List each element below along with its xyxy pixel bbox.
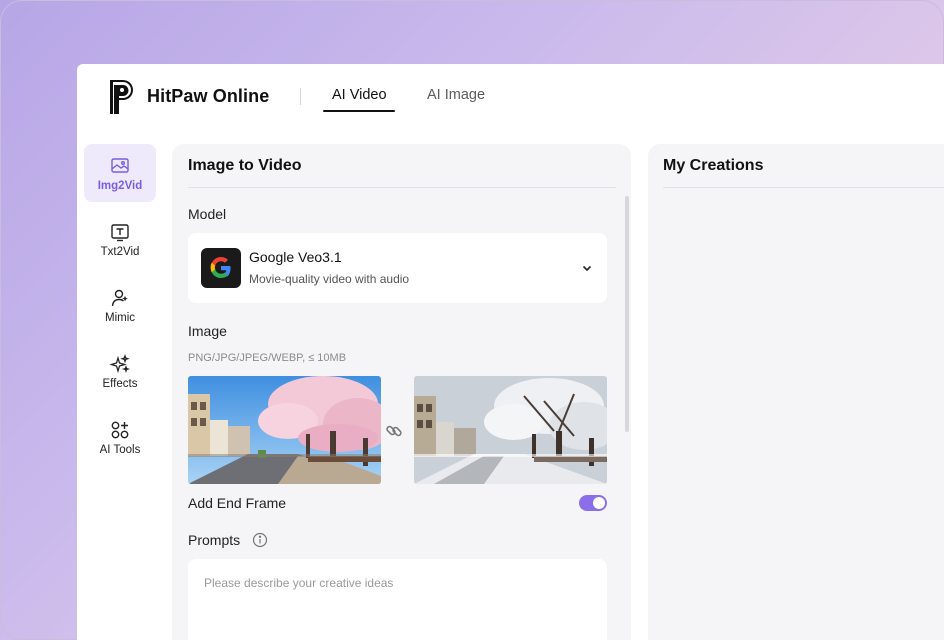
- sparkle-icon: [109, 353, 131, 373]
- chevron-down-icon[interactable]: [580, 261, 594, 275]
- panel-title: Image to Video: [188, 157, 302, 174]
- model-description: Movie-quality video with audio: [249, 272, 410, 286]
- add-end-frame-toggle[interactable]: [579, 495, 607, 511]
- sidebar-item-txt2vid[interactable]: Txt2Vid: [84, 210, 156, 268]
- panel-divider: [188, 187, 616, 188]
- hitpaw-logo-icon[interactable]: [107, 76, 139, 116]
- app-window: HitPaw Online AI Video AI Image Img2Vid …: [77, 64, 944, 640]
- end-frame-image[interactable]: [414, 376, 607, 484]
- prompts-label: Prompts: [188, 532, 241, 548]
- header-divider: [300, 88, 301, 105]
- toggle-knob: [593, 497, 605, 509]
- model-name: Google Veo3.1: [249, 249, 342, 265]
- text-box-icon: [111, 223, 129, 241]
- tab-ai-video[interactable]: AI Video: [332, 87, 387, 103]
- image-label: Image: [188, 323, 227, 339]
- image-icon: [111, 157, 129, 173]
- start-frame-image[interactable]: [188, 376, 381, 484]
- prompt-input[interactable]: [188, 559, 607, 640]
- sidebar-item-effects[interactable]: Effects: [84, 342, 156, 400]
- top-header: HitPaw Online AI Video AI Image: [77, 64, 944, 128]
- my-creations-panel: My Creations: [648, 144, 944, 640]
- active-tab-underline: [323, 110, 395, 112]
- creations-title: My Creations: [663, 157, 764, 174]
- sidebar-item-ai-tools[interactable]: AI Tools: [84, 408, 156, 466]
- model-label: Model: [188, 206, 227, 222]
- panel-scrollbar[interactable]: [625, 196, 629, 432]
- info-icon[interactable]: [252, 532, 268, 548]
- model-selector[interactable]: Google Veo3.1 Movie-quality video with a…: [188, 233, 607, 303]
- brand-name[interactable]: HitPaw Online: [147, 86, 269, 107]
- sidebar-item-label: Img2Vid: [97, 179, 143, 192]
- sidebar-item-label: Txt2Vid: [100, 245, 140, 258]
- tools-grid-icon: [111, 421, 129, 438]
- sidebar-item-label: Mimic: [104, 311, 136, 324]
- person-icon: [111, 289, 128, 306]
- sidebar-item-label: Effects: [102, 377, 138, 390]
- image-format-hint: PNG/JPG/JPEG/WEBP, ≤ 10MB: [188, 352, 347, 364]
- add-end-frame-label: Add End Frame: [188, 495, 287, 511]
- tab-ai-image[interactable]: AI Image: [427, 87, 485, 103]
- sidebar-item-label: AI Tools: [99, 443, 141, 456]
- google-icon: [201, 248, 241, 288]
- sidebar-item-img2vid[interactable]: Img2Vid: [84, 144, 156, 202]
- link-icon: [386, 425, 402, 437]
- sidebar-item-mimic[interactable]: Mimic: [84, 276, 156, 334]
- creations-divider: [663, 187, 944, 188]
- image-to-video-panel: Image to Video Model Google Veo3.1 Movie…: [172, 144, 631, 640]
